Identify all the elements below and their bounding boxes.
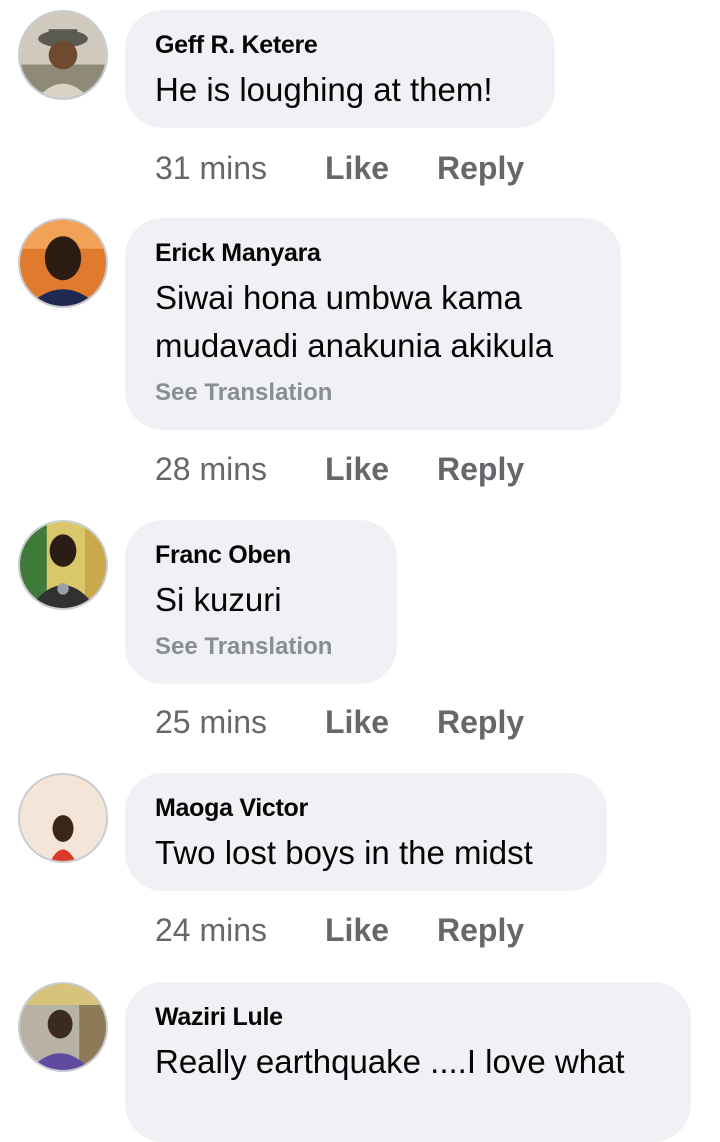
avatar[interactable] bbox=[18, 218, 108, 308]
comment-timestamp[interactable]: 28 mins bbox=[155, 451, 325, 488]
comment-author[interactable]: Maoga Victor bbox=[155, 791, 577, 825]
comment-bubble: Franc Oben Si kuzuri See Translation bbox=[125, 520, 397, 684]
comment-text: Two lost boys in the midst bbox=[155, 834, 533, 871]
avatar[interactable] bbox=[18, 773, 108, 863]
reply-button[interactable]: Reply bbox=[437, 150, 524, 187]
comment-author[interactable]: Waziri Lule bbox=[155, 1000, 661, 1034]
comment-author[interactable]: Franc Oben bbox=[155, 538, 367, 572]
avatar[interactable] bbox=[18, 520, 108, 610]
like-button[interactable]: Like bbox=[325, 451, 437, 488]
reply-button[interactable]: Reply bbox=[437, 704, 524, 741]
comment-text: Really earthquake ....I love what bbox=[155, 1043, 625, 1080]
avatar[interactable] bbox=[18, 982, 108, 1072]
comment-actions: 28 mins Like Reply bbox=[155, 446, 524, 492]
like-button[interactable]: Like bbox=[325, 704, 437, 741]
reply-button[interactable]: Reply bbox=[437, 912, 524, 949]
comment-text: Si kuzuri bbox=[155, 581, 282, 618]
reply-button[interactable]: Reply bbox=[437, 451, 524, 488]
comment-text: Siwai hona umbwa kama bbox=[155, 279, 522, 316]
comment-author[interactable]: Erick Manyara bbox=[155, 236, 591, 270]
comment-actions: 24 mins Like Reply bbox=[155, 907, 524, 953]
comment-actions: 25 mins Like Reply bbox=[155, 699, 524, 745]
like-button[interactable]: Like bbox=[325, 912, 437, 949]
avatar[interactable] bbox=[18, 10, 108, 100]
like-button[interactable]: Like bbox=[325, 150, 437, 187]
comment-bubble: Erick Manyara Siwai hona umbwa kama muda… bbox=[125, 218, 621, 430]
comment-timestamp[interactable]: 24 mins bbox=[155, 912, 325, 949]
comment-bubble: Maoga Victor Two lost boys in the midst bbox=[125, 773, 607, 891]
see-translation-link[interactable]: See Translation bbox=[155, 376, 591, 410]
comment-timestamp[interactable]: 31 mins bbox=[155, 150, 325, 187]
comment-author[interactable]: Geff R. Ketere bbox=[155, 28, 525, 62]
comment-text: He is loughing at them! bbox=[155, 71, 493, 108]
comment-bubble: Geff R. Ketere He is loughing at them! bbox=[125, 10, 555, 128]
comment-bubble: Waziri Lule Really earthquake ....I love… bbox=[125, 982, 691, 1142]
comment-timestamp[interactable]: 25 mins bbox=[155, 704, 325, 741]
comment-actions: 31 mins Like Reply bbox=[155, 145, 524, 191]
see-translation-link[interactable]: See Translation bbox=[155, 630, 367, 664]
comment-text: mudavadi anakunia akikula bbox=[155, 327, 554, 364]
